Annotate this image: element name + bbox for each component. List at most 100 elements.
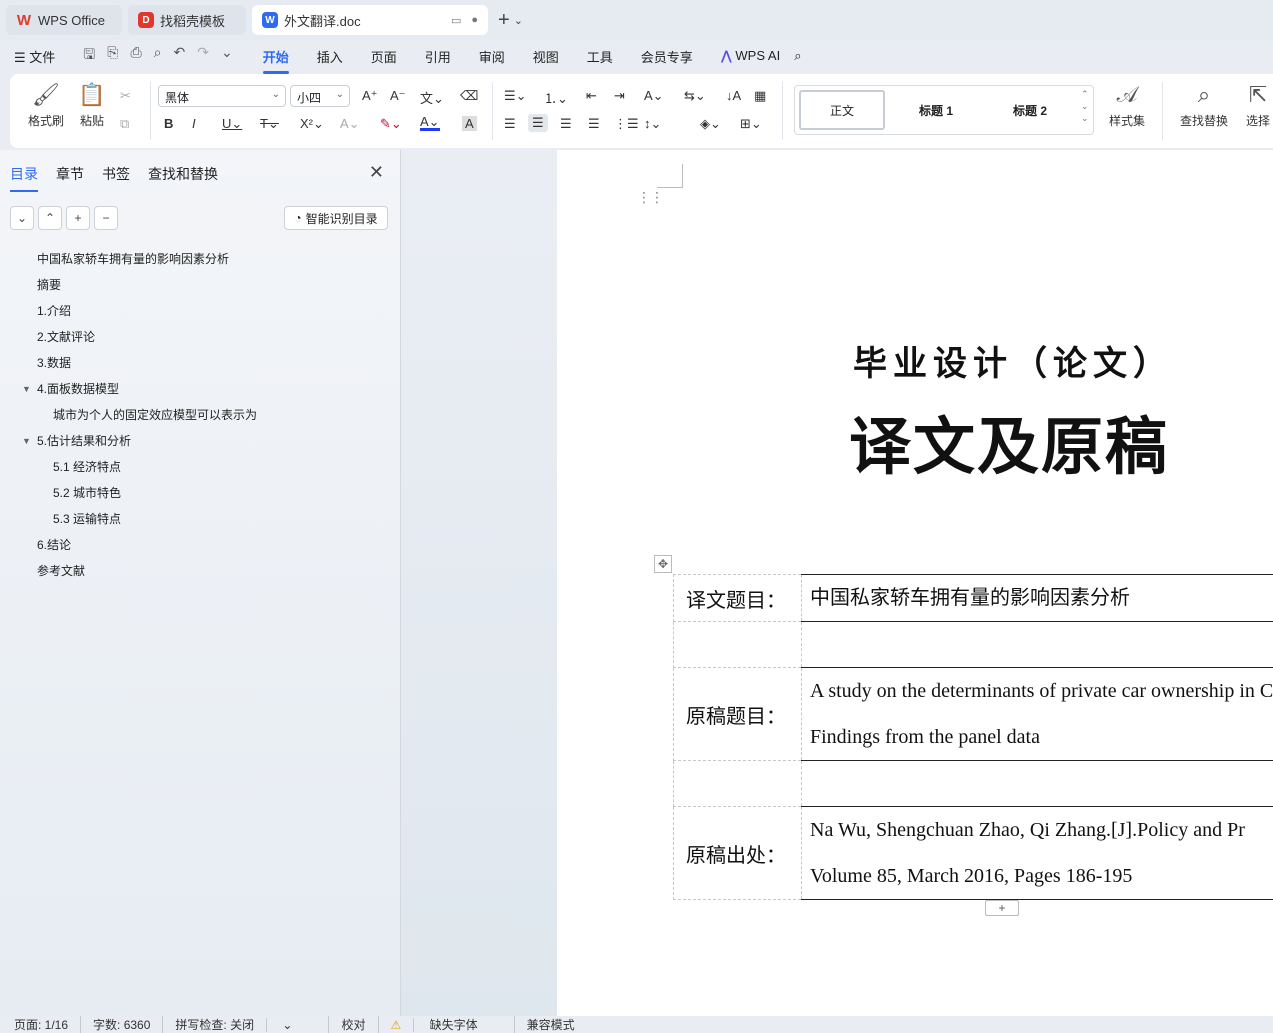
word-count[interactable]: 字数: 6360 (93, 1016, 164, 1033)
file-menu[interactable]: ☰ 文件 (14, 47, 55, 66)
align-left-icon[interactable]: ☰ (504, 116, 516, 132)
search-icon[interactable]: ⌕ (794, 48, 801, 64)
text-effect-icon[interactable]: A⌄ (340, 116, 360, 132)
print-preview-icon[interactable]: ⌕ (154, 44, 162, 68)
remove-heading-button[interactable]: − (94, 206, 118, 230)
unsaved-dot-icon[interactable]: ● (471, 14, 478, 27)
borders-icon[interactable]: ⊞⌄ (740, 116, 762, 132)
shading-icon[interactable]: ◈⌄ (700, 116, 721, 132)
smart-toc-button[interactable]: ◔ 智能识别目录 (284, 206, 388, 230)
char-shading-icon[interactable]: A (462, 116, 477, 131)
print-icon[interactable]: ⎙ (130, 44, 141, 68)
close-icon[interactable]: ✕ (369, 162, 384, 183)
add-heading-button[interactable]: + (66, 206, 90, 230)
empty-cell[interactable] (673, 760, 802, 807)
toc-item[interactable]: 5.3 运输特点 (0, 506, 400, 532)
drag-handle-icon[interactable]: ⋮⋮ (637, 190, 664, 204)
select-button[interactable]: ⇱ 选择 (1238, 82, 1273, 129)
toc-item[interactable]: 参考文献 (0, 558, 400, 584)
cut-icon[interactable]: ✂ (120, 88, 131, 104)
redo-icon[interactable]: ↷ (197, 44, 209, 68)
table-move-icon[interactable]: ✥ (654, 555, 672, 573)
source-cell[interactable]: Na Wu, Shengchuan Zhao, Qi Zhang.[J].Pol… (801, 806, 1273, 900)
expand-all-button[interactable]: ⌄ (10, 206, 34, 230)
page-count[interactable]: 页面: 1/16 (14, 1016, 82, 1033)
new-tab-button[interactable]: + ⌄ (498, 9, 523, 32)
justify-icon[interactable]: ☰ (588, 116, 600, 132)
style-heading-1[interactable]: 标题 1 (891, 90, 981, 130)
line-spacing-icon[interactable]: ↕⌄ (644, 116, 661, 132)
toc-item[interactable]: 城市为个人的固定效应模型可以表示为 (0, 402, 400, 428)
toc-item[interactable]: 中国私家轿车拥有量的影响因素分析 (0, 246, 400, 272)
style-heading-2[interactable]: 标题 2 (985, 90, 1075, 130)
superscript-icon[interactable]: X²⌄ (300, 116, 324, 132)
sort-icon[interactable]: ⇆⌄ (684, 88, 706, 104)
menu-view[interactable]: 视图 (533, 47, 559, 66)
translated-title-cell[interactable]: 中国私家轿车拥有量的影响因素分析 (801, 574, 1273, 622)
tab-sections[interactable]: 章节 (56, 164, 84, 184)
menu-references[interactable]: 引用 (425, 47, 451, 66)
expand-triangle-icon[interactable]: ▼ (22, 376, 31, 402)
toc-item[interactable]: ▼ 4.面板数据模型 (0, 376, 400, 402)
toc-item[interactable]: 6.结论 (0, 532, 400, 558)
style-set-button[interactable]: 𝒜 样式集 (1102, 82, 1152, 129)
sort-az-icon[interactable]: ↓A (726, 88, 741, 103)
toc-item[interactable]: 2.文献评论 (0, 324, 400, 350)
increase-indent-icon[interactable]: ⇥ (614, 88, 625, 104)
chevron-down-icon[interactable]: ⌄ (221, 44, 233, 68)
align-right-icon[interactable]: ☰ (560, 116, 572, 132)
font-name-select[interactable]: 黑体 ⌄ (158, 85, 286, 107)
menu-member[interactable]: 会员专享 (641, 47, 693, 66)
tab-bookmarks[interactable]: 书签 (102, 164, 130, 184)
underline-icon[interactable]: U⌄ (222, 116, 242, 132)
style-normal[interactable]: 正文 (799, 90, 885, 130)
empty-cell[interactable] (673, 621, 802, 668)
font-size-select[interactable]: 小四 ⌄ (290, 85, 350, 107)
format-painter-button[interactable]: 🖌 格式刷 (24, 82, 68, 129)
empty-cell[interactable] (801, 621, 1273, 668)
font-color-icon[interactable]: A⌄ (420, 115, 440, 131)
undo-icon[interactable]: ↶ (173, 44, 185, 68)
document-page[interactable]: ⋮⋮ 毕业设计（论文） 译文及原稿 ✥ 译文题目： 中国私家轿车拥有量的影响因素… (557, 150, 1273, 1016)
bullet-list-icon[interactable]: ☰⌄ (504, 88, 527, 104)
tab-document[interactable]: W 外文翻译.doc ▭ ● (252, 5, 488, 35)
monitor-icon[interactable]: ▭ (451, 14, 461, 27)
text-direction-icon[interactable]: A⌄ (644, 88, 664, 104)
paste-button[interactable]: 📋 粘贴 (70, 82, 114, 129)
toc-item[interactable]: 5.2 城市特色 (0, 480, 400, 506)
phonetic-guide-icon[interactable]: 文⌄ (420, 88, 444, 107)
find-replace-button[interactable]: ⌕ 查找替换 (1174, 82, 1234, 129)
menu-page[interactable]: 页面 (371, 47, 397, 66)
toc-item[interactable]: 摘要 (0, 272, 400, 298)
copy-icon[interactable]: ⧉ (120, 116, 129, 132)
collapse-all-button[interactable]: ⌃ (38, 206, 62, 230)
missing-font[interactable]: ⚠ 缺失字体 (390, 1016, 515, 1033)
decrease-font-icon[interactable]: A⁻ (390, 88, 406, 104)
tab-docer-templates[interactable]: D 找稻壳模板 (128, 5, 246, 35)
tab-find-replace[interactable]: 查找和替换 (148, 164, 218, 184)
toc-item[interactable]: 5.1 经济特点 (0, 454, 400, 480)
decrease-indent-icon[interactable]: ⇤ (586, 88, 597, 104)
proofread[interactable]: 校对 (341, 1016, 379, 1033)
menu-home[interactable]: 开始 (262, 47, 289, 74)
toc-item[interactable]: ▼ 5.估计结果和分析 (0, 428, 400, 454)
toc-item[interactable]: 3.数据 (0, 350, 400, 376)
empty-cell[interactable] (801, 760, 1273, 807)
strikethrough-icon[interactable]: T⌄ (260, 116, 279, 132)
menu-insert[interactable]: 插入 (317, 47, 343, 66)
show-marks-icon[interactable]: ▦ (754, 88, 766, 104)
wps-ai-button[interactable]: ⋀ WPS AI (721, 48, 780, 64)
distribute-icon[interactable]: ⋮☰ (614, 116, 639, 132)
clear-format-icon[interactable]: ⌫ (460, 88, 478, 104)
expand-triangle-icon[interactable]: ▼ (22, 428, 31, 454)
align-center-icon[interactable]: ☰ (528, 114, 548, 132)
menu-tools[interactable]: 工具 (587, 47, 613, 66)
save-icon[interactable]: 🖫 (83, 44, 95, 68)
original-title-cell[interactable]: A study on the determinants of private c… (801, 667, 1273, 761)
increase-font-icon[interactable]: A⁺ (362, 88, 378, 104)
bold-icon[interactable]: B (164, 116, 173, 131)
highlight-icon[interactable]: ✎⌄ (380, 116, 402, 132)
tab-wps-office[interactable]: W WPS Office (6, 5, 122, 35)
toc-item[interactable]: 1.介绍 (0, 298, 400, 324)
export-pdf-icon[interactable]: ⎘ (107, 44, 118, 68)
